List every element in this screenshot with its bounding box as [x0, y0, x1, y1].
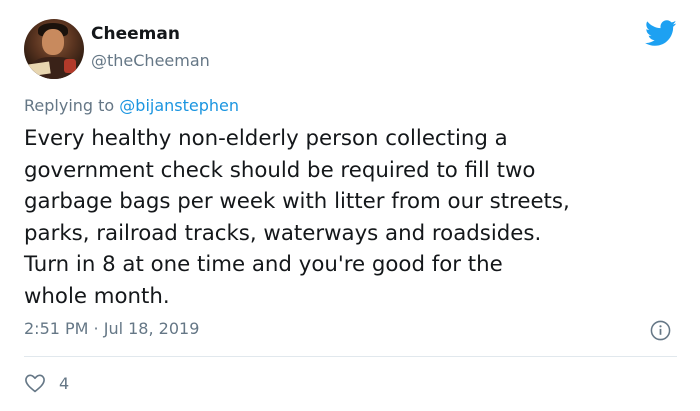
- info-icon[interactable]: [650, 320, 671, 341]
- like-button[interactable]: 4: [24, 372, 69, 394]
- avatar[interactable]: [24, 19, 84, 79]
- divider: [24, 356, 677, 357]
- avatar-microphone: [64, 59, 76, 73]
- twitter-bird-icon[interactable]: [645, 20, 677, 47]
- tweet-timestamp[interactable]: 2:51 PM · Jul 18, 2019: [24, 319, 199, 338]
- like-count: 4: [59, 373, 70, 393]
- replying-to-label: Replying to: [24, 96, 120, 115]
- heart-icon: [25, 374, 45, 393]
- tweet-text: Every healthy non-elderly person collect…: [24, 126, 570, 309]
- mention-link[interactable]: @bijanstephen: [119, 96, 239, 115]
- replying-to: Replying to @bijanstephen: [24, 96, 239, 115]
- author-name[interactable]: Cheeman: [91, 24, 180, 44]
- author-handle[interactable]: @theCheeman: [91, 51, 210, 70]
- avatar-face: [42, 29, 64, 55]
